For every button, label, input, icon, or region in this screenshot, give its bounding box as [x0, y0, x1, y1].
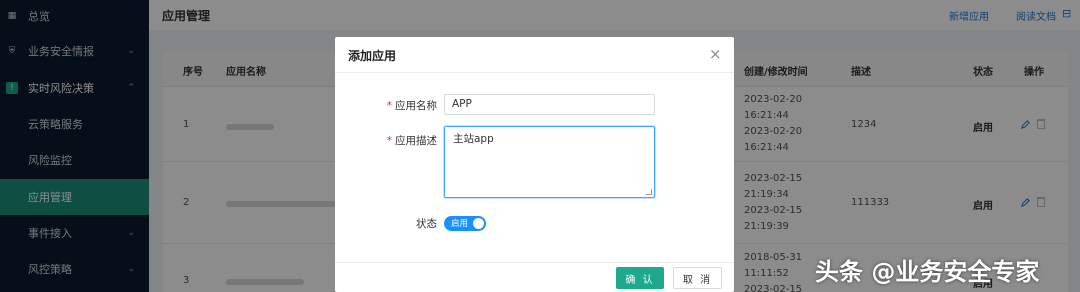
status-toggle[interactable]: 启用	[444, 216, 486, 231]
add-app-modal: 添加应用 × * 应用名称 APP * 应用描述 主站app 状态 启用 确 认 取…	[335, 37, 734, 292]
modal-header-divider	[335, 72, 734, 73]
cancel-button[interactable]: 取 消	[673, 267, 722, 289]
close-icon[interactable]: ×	[709, 45, 722, 63]
watermark-text: 头条 @业务安全专家	[815, 258, 1040, 286]
modal-title: 添加应用	[348, 49, 397, 63]
modal-footer-divider	[335, 262, 734, 263]
app-desc-label: * 应用描述	[386, 135, 437, 147]
resize-handle-icon[interactable]	[646, 189, 652, 195]
app-name-label: * 应用名称	[386, 100, 437, 112]
toggle-label: 启用	[451, 219, 469, 229]
status-label: 状态	[416, 218, 437, 230]
app-desc-textarea[interactable]: 主站app	[444, 126, 655, 198]
confirm-button[interactable]: 确 认	[616, 267, 664, 289]
app-name-input[interactable]: APP	[444, 94, 655, 115]
toggle-knob	[473, 218, 484, 229]
